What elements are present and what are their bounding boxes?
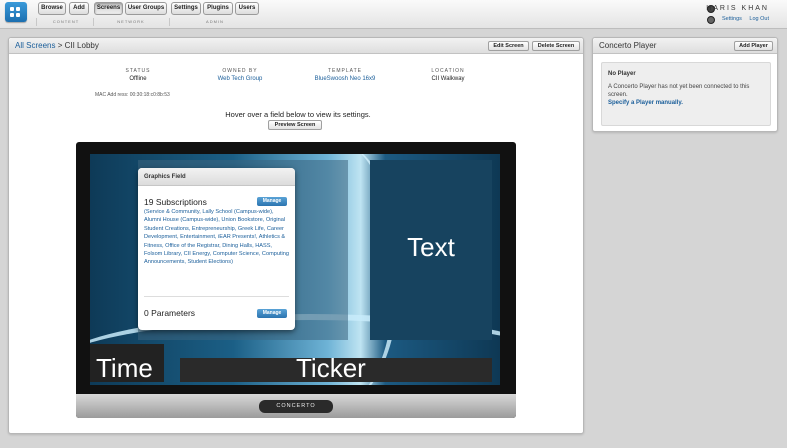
user-links: Settings Log Out [716,16,769,22]
player-panel: Concerto Player Add Player No Player A C… [592,37,778,132]
nav-add-button[interactable]: Add [69,2,89,15]
no-player-text: A Concerto Player has not yet been conne… [608,84,750,98]
specify-player-link[interactable]: Specify a Player manually. [608,100,683,106]
popup-header: Graphics Field [138,168,295,186]
nav-category-network: NETWORK [117,19,145,24]
breadcrumb-current: CII Lobby [64,41,99,50]
graphics-field-popup: Graphics Field 19 Subscriptions Manage (… [138,168,295,330]
logout-link[interactable]: Log Out [749,16,769,22]
user-name: HARIS KHAN [706,5,769,12]
concerto-logo-icon[interactable] [5,2,27,22]
text-field[interactable]: Text [370,160,492,340]
template-link[interactable]: BlueSwoosh Neo 16x9 [305,76,385,82]
manage-subscriptions-button[interactable]: Manage [257,197,287,206]
manage-parameters-button[interactable]: Manage [257,309,287,318]
template-label: TEMPLATE [327,68,363,74]
no-player-box: No Player A Concerto Player has not yet … [601,62,771,126]
preview-screen-button[interactable]: Preview Screen [268,120,322,130]
ticker-field-label: Ticker [296,353,366,383]
add-player-button[interactable]: Add Player [734,41,773,51]
popup-divider [144,296,289,297]
gear-icon[interactable] [707,16,715,24]
delete-screen-button[interactable]: Delete Screen [532,41,580,51]
nav-users-button[interactable]: Users [235,2,259,15]
nav-screens-button[interactable]: Screens [94,2,123,15]
subscriptions-count: 19 Subscriptions [144,197,207,207]
monitor-bezel: CONCERTO [76,394,516,418]
nav-plugins-button[interactable]: Plugins [203,2,233,15]
text-field-label: Text [407,232,455,262]
top-nav-bar: Browse Add Screens User Groups Settings … [0,0,787,29]
status-label: STATUS [125,68,151,74]
breadcrumb-separator: > [55,41,65,50]
time-field-label: Time [96,353,153,383]
parameters-count: 0 Parameters [144,308,196,318]
nav-category-admin: ADMIN [206,19,224,24]
location-value: CII Walkway [431,76,465,82]
owner-label: OWNED BY [222,68,258,74]
subscription-list[interactable]: (Service & Community, Lally School (Camp… [144,208,290,267]
no-player-title: No Player [608,71,636,77]
nav-browse-button[interactable]: Browse [38,2,66,15]
player-panel-header: Concerto Player Add Player [593,38,777,54]
nav-divider [36,18,37,26]
nav-category-content: CONTENT [52,19,80,24]
owner-link[interactable]: Web Tech Group [200,76,280,82]
location-label: LOCATION [431,68,465,74]
brand-label: CONCERTO [259,400,333,413]
panel-header: All Screens > CII Lobby Edit Screen Dele… [9,38,583,54]
nav-settings-button[interactable]: Settings [171,2,201,15]
breadcrumb-all-screens-link[interactable]: All Screens [15,41,55,50]
status-value: Offline [129,76,147,82]
popup-title: Graphics Field [144,174,186,180]
player-panel-title: Concerto Player [599,41,657,50]
nav-user-groups-button[interactable]: User Groups [125,2,167,15]
mac-address: MAC Add ress: 00:30:18:c0:8b:53 [95,92,170,98]
breadcrumb: All Screens > CII Lobby [15,41,99,50]
hover-hint: Hover over a field below to view its set… [225,110,371,119]
settings-link[interactable]: Settings [722,16,742,22]
edit-screen-button[interactable]: Edit Screen [488,41,529,51]
